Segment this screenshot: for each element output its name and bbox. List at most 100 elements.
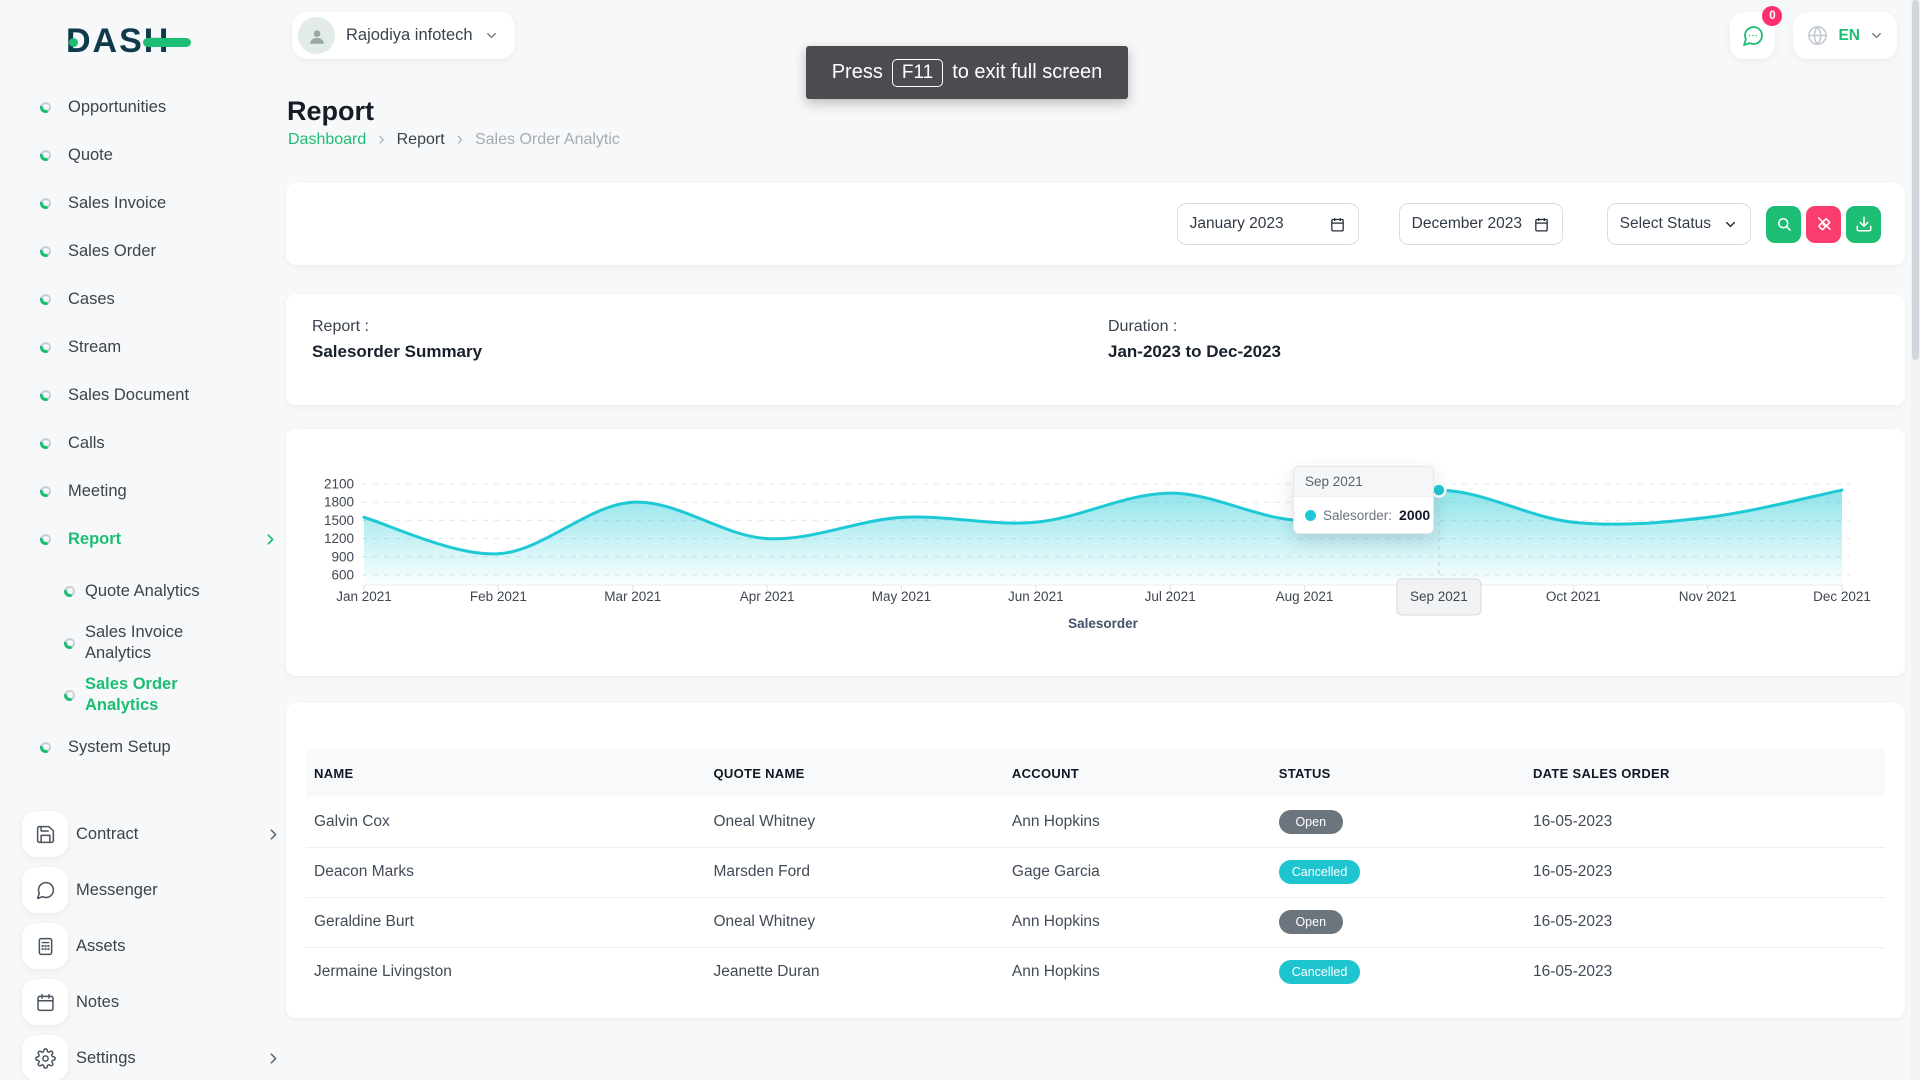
download-button[interactable] (1846, 206, 1881, 243)
cell-account: Ann Hopkins (1004, 947, 1271, 997)
table-header-row: NAMEQUOTE NAMEACCOUNTSTATUSDATE SALES OR… (306, 749, 1885, 797)
toast-suffix: to exit full screen (952, 61, 1102, 84)
breadcrumb-item-dashboard[interactable]: Dashboard (288, 131, 366, 149)
language-code: EN (1838, 27, 1860, 45)
cell-date: 16-05-2023 (1525, 947, 1885, 997)
cell-account: Ann Hopkins (1004, 897, 1271, 947)
scrollbar-thumb[interactable] (1912, 0, 1919, 360)
report-summary-card: Report : Salesorder Summary Duration : J… (286, 294, 1905, 405)
sidebar-item-contract[interactable]: Contract (0, 806, 288, 862)
table-row[interactable]: Jermaine LivingstonJeanette DuranAnn Hop… (306, 947, 1885, 997)
sidebar-item-calls[interactable]: Calls (0, 419, 288, 467)
bullet-icon (40, 438, 51, 449)
status-badge: Cancelled (1279, 960, 1361, 984)
sidebar-item-sales-invoice[interactable]: Sales Invoice (0, 179, 288, 227)
sidebar-item-stream[interactable]: Stream (0, 323, 288, 371)
f11-key: F11 (892, 59, 943, 87)
cell-status: Open (1271, 897, 1525, 947)
sidebar-item-label: Cases (68, 289, 115, 310)
status-badge: Cancelled (1279, 860, 1361, 884)
bullet-icon (64, 586, 75, 597)
sidebar-item-system-setup[interactable]: System Setup (0, 723, 288, 771)
sidebar-item-label: Notes (76, 993, 119, 1012)
cell-account: Ann Hopkins (1004, 797, 1271, 847)
table-row[interactable]: Galvin CoxOneal WhitneyAnn HopkinsOpen16… (306, 797, 1885, 847)
sidebar-item-label: System Setup (68, 737, 171, 758)
settings-icon (22, 1035, 68, 1080)
column-header-account: ACCOUNT (1004, 749, 1271, 797)
svg-text:Aug 2021: Aug 2021 (1276, 589, 1334, 604)
end-date-input[interactable]: December 2023 (1399, 203, 1563, 245)
tooltip-value: 2000 (1399, 507, 1430, 523)
sidebar-item-report[interactable]: Report (0, 515, 288, 563)
svg-text:Mar 2021: Mar 2021 (604, 589, 661, 604)
language-selector[interactable]: EN (1793, 12, 1897, 59)
sidebar-item-settings[interactable]: Settings (0, 1030, 288, 1080)
svg-text:Dec 2021: Dec 2021 (1813, 589, 1871, 604)
messenger-button[interactable]: 0 (1730, 12, 1775, 59)
sidebar-item-assets[interactable]: Assets (0, 918, 288, 974)
sidebar-item-cases[interactable]: Cases (0, 275, 288, 323)
svg-text:May 2021: May 2021 (872, 589, 931, 604)
sidebar-item-label: Report (68, 529, 121, 550)
salesorder-area-chart[interactable]: 2100180015001200900600Jan 2021Feb 2021Ma… (316, 470, 1876, 635)
column-header-name: NAME (306, 749, 705, 797)
sidebar-item-quote-analytics[interactable]: Quote Analytics (0, 567, 288, 615)
sidebar-item-sales-order[interactable]: Sales Order (0, 227, 288, 275)
status-select[interactable]: Select Status (1607, 203, 1751, 245)
sidebar-item-sales-document[interactable]: Sales Document (0, 371, 288, 419)
bullet-icon (40, 294, 51, 305)
filter-card: January 2023 December 2023 Select Status (286, 183, 1905, 265)
cell-quote-name: Marsden Ford (705, 847, 1003, 897)
start-date-input[interactable]: January 2023 (1177, 203, 1359, 245)
sidebar-item-label: Quote (68, 145, 113, 166)
tooltip-title: Sep 2021 (1294, 467, 1433, 497)
breadcrumb-separator: › (457, 132, 463, 148)
cell-date: 16-05-2023 (1525, 897, 1885, 947)
chat-bubble-icon (1741, 24, 1765, 48)
sales-order-table: NAMEQUOTE NAMEACCOUNTSTATUSDATE SALES OR… (306, 749, 1885, 997)
sidebar-item-opportunities[interactable]: Opportunities (0, 83, 288, 131)
tooltip-series-label: Salesorder: (1323, 508, 1392, 523)
download-icon (1855, 215, 1873, 233)
sidebar-item-meeting[interactable]: Meeting (0, 467, 288, 515)
messenger-icon (22, 867, 68, 913)
breadcrumb-item-sales-order-analytic: Sales Order Analytic (475, 131, 620, 149)
sidebar-item-notes[interactable]: Notes (0, 974, 288, 1030)
svg-text:Oct 2021: Oct 2021 (1546, 589, 1601, 604)
notes-icon (22, 979, 68, 1025)
sidebar-item-sales-order-analytics[interactable]: Sales Order Analytics (0, 671, 288, 719)
eraser-icon (1815, 215, 1833, 233)
sidebar-item-label: Stream (68, 337, 121, 358)
sidebar-item-messenger[interactable]: Messenger (0, 862, 288, 918)
table-row[interactable]: Deacon MarksMarsden FordGage GarciaCance… (306, 847, 1885, 897)
contract-icon (22, 811, 68, 857)
workspace-selector[interactable]: Rajodiya infotech (292, 12, 515, 59)
sidebar-item-label: Sales Document (68, 385, 189, 406)
globe-icon (1806, 24, 1829, 47)
column-header-date-sales-order: DATE SALES ORDER (1525, 749, 1885, 797)
app-logo[interactable]: DASH (66, 22, 216, 62)
svg-text:Sep 2021: Sep 2021 (1410, 589, 1468, 604)
bullet-icon (40, 486, 51, 497)
salesorder-chart-card: 2100180015001200900600Jan 2021Feb 2021Ma… (286, 429, 1905, 676)
sidebar-item-sales-invoice-analytics[interactable]: Sales Invoice Analytics (0, 619, 288, 667)
status-badge: Open (1279, 910, 1343, 934)
sidebar-item-quote[interactable]: Quote (0, 131, 288, 179)
bullet-icon (40, 534, 51, 545)
chevron-down-icon (1723, 217, 1738, 232)
fullscreen-toast: Press F11 to exit full screen (806, 46, 1128, 99)
scrollbar[interactable] (1911, 0, 1920, 1080)
clear-filter-button[interactable] (1806, 206, 1841, 243)
search-button[interactable] (1766, 206, 1801, 243)
cell-name: Jermaine Livingston (306, 947, 705, 997)
cell-account: Gage Garcia (1004, 847, 1271, 897)
duration-value: Jan-2023 to Dec-2023 (1108, 342, 1281, 362)
column-header-quote-name: QUOTE NAME (705, 749, 1003, 797)
report-value: Salesorder Summary (312, 342, 482, 362)
table-row[interactable]: Geraldine BurtOneal WhitneyAnn HopkinsOp… (306, 897, 1885, 947)
cell-quote-name: Oneal Whitney (705, 797, 1003, 847)
breadcrumb: Dashboard›Report›Sales Order Analytic (288, 131, 620, 149)
report-summary: Report : Salesorder Summary (312, 318, 482, 362)
search-icon (1775, 215, 1793, 233)
